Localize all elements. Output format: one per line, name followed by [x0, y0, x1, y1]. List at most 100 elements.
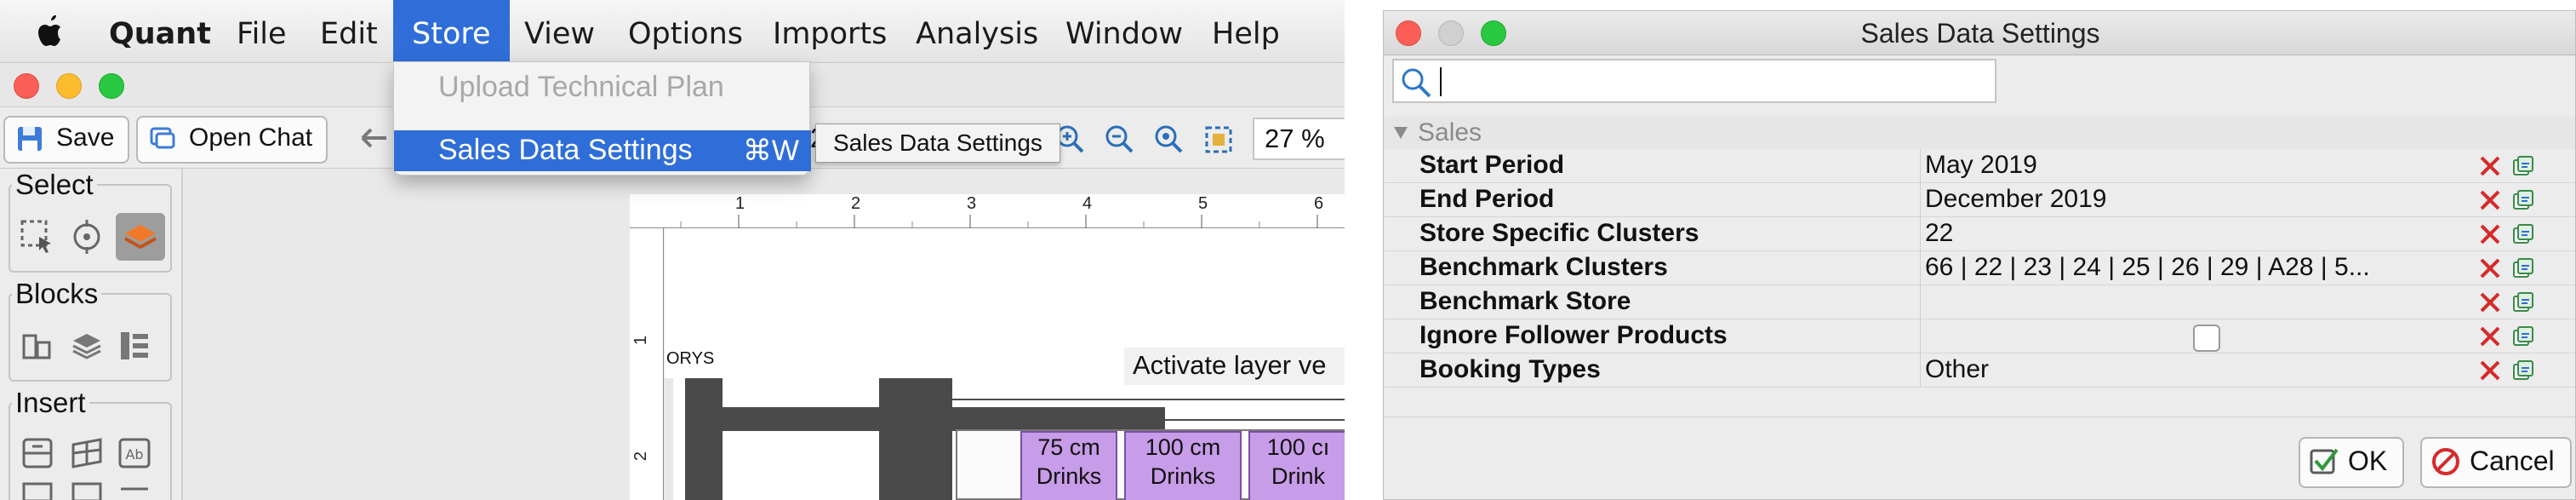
quant-app-window: Quant File Edit Store View Options Impor…	[0, 0, 1345, 500]
copy-value-icon[interactable]	[2511, 222, 2535, 246]
property-value-field[interactable]: 66 | 22 | 23 | 24 | 25 | 26 | 29 | A28 |…	[1925, 253, 2470, 285]
menu-options[interactable]: Options	[628, 0, 743, 63]
menu-analysis[interactable]: Analysis	[916, 0, 1038, 63]
shelf-category: Drinks	[1150, 463, 1216, 489]
block-list-icon[interactable]	[116, 327, 153, 365]
shelf-block[interactable]: 100 cı Drink	[1248, 431, 1345, 500]
property-name: Start Period	[1419, 151, 1565, 179]
insert-table-icon[interactable]	[68, 434, 106, 472]
insert-item-icon-3[interactable]	[116, 479, 153, 500]
column-divider	[1920, 251, 1921, 284]
menu-store[interactable]: Store	[393, 0, 510, 63]
ignore-follower-products-checkbox[interactable]	[2193, 325, 2220, 352]
menu-imports[interactable]: Imports	[773, 0, 887, 63]
search-field[interactable]	[1392, 59, 1996, 103]
layer-select-tool-active[interactable]	[116, 213, 165, 261]
shelf-width: 75 cm	[1037, 434, 1100, 460]
insert-text-icon[interactable]: Ab	[116, 434, 153, 472]
column-divider	[1920, 217, 1921, 250]
undo-arrow-icon[interactable]	[357, 126, 391, 152]
ruler-top-mark: 6	[1314, 194, 1324, 213]
wall-vertical	[685, 378, 723, 500]
ruler-left-mark: 2	[631, 451, 651, 462]
disclosure-triangle-icon[interactable]	[1392, 125, 1409, 141]
block-stack-icon[interactable]	[68, 327, 106, 365]
layers-icon	[124, 225, 157, 250]
property-value-field[interactable]: Other	[1925, 355, 2470, 388]
remove-value-icon[interactable]	[2477, 153, 2503, 179]
open-chat-button[interactable]: Open Chat	[136, 116, 328, 164]
remove-value-icon[interactable]	[2477, 358, 2503, 383]
menu-edit[interactable]: Edit	[320, 0, 378, 63]
insert-item-icon-2[interactable]	[68, 479, 106, 500]
property-row[interactable]: Store Specific Clusters 22	[1384, 217, 2575, 251]
wall-thin	[952, 399, 1345, 400]
target-select-icon[interactable]	[68, 218, 106, 256]
menu-item-label: Sales Data Settings	[438, 134, 693, 166]
property-row[interactable]: Benchmark Store	[1384, 285, 2575, 319]
menu-help[interactable]: Help	[1212, 0, 1280, 63]
menu-window[interactable]: Window	[1065, 0, 1183, 63]
property-value-field[interactable]: December 2019	[1925, 185, 2470, 217]
property-name: Benchmark Store	[1419, 287, 1631, 315]
ruler-top-mark: 3	[967, 194, 977, 213]
minimize-window-button[interactable]	[56, 73, 82, 99]
menu-file[interactable]: File	[237, 0, 287, 63]
property-row[interactable]: Booking Types Other	[1384, 353, 2575, 388]
remove-value-icon[interactable]	[2477, 290, 2503, 315]
remove-value-icon[interactable]	[2477, 221, 2503, 247]
insert-item-icon-1[interactable]	[19, 479, 56, 500]
zoom-level-field[interactable]: 27 %	[1253, 118, 1345, 160]
menu-view[interactable]: View	[524, 0, 595, 63]
chat-bubble-icon	[150, 127, 175, 149]
menu-item-upload-technical-plan: Upload Technical Plan	[438, 71, 724, 103]
cancel-button-label: Cancel	[2470, 445, 2555, 476]
block-shelf-icon[interactable]	[19, 327, 56, 365]
fit-page-icon[interactable]	[1202, 123, 1236, 157]
shelf-block[interactable]: 100 cm Drinks	[1124, 431, 1242, 500]
menu-item-sales-data-settings[interactable]: Sales Data Settings ⌘W	[394, 130, 811, 171]
ruler-top-mark: 1	[735, 194, 745, 213]
sales-data-settings-dialog: Sales Data Settings Sales Start Period Ma…	[1383, 10, 2576, 500]
shelf-block[interactable]: 75 cm Drinks	[1020, 431, 1117, 500]
cancel-button[interactable]: Cancel	[2420, 437, 2572, 488]
zoom-window-button[interactable]	[99, 73, 124, 99]
dialog-title: Sales Data Settings	[1860, 18, 2100, 49]
property-name: End Period	[1419, 185, 1555, 213]
shelf-width: 100 cm	[1145, 434, 1221, 460]
property-value-field[interactable]	[1925, 321, 2470, 353]
property-row[interactable]: Start Period May 2019	[1384, 149, 2575, 183]
remove-value-icon[interactable]	[2477, 324, 2503, 349]
property-row[interactable]: End Period December 2019	[1384, 183, 2575, 217]
floor-plan-sheet[interactable]: ORYS Activate layer ve 75 cm Drinks 100 …	[665, 228, 1345, 500]
property-value-field[interactable]: 22	[1925, 219, 2470, 251]
copy-value-icon[interactable]	[2511, 154, 2535, 178]
ruler-top-mark: 5	[1198, 194, 1208, 213]
menu-app-name[interactable]: Quant	[109, 0, 211, 63]
zoom-fit-icon[interactable]	[1152, 123, 1186, 157]
sales-section-header[interactable]: Sales	[1384, 117, 2575, 149]
apple-logo-icon[interactable]	[34, 14, 63, 49]
ok-button[interactable]: OK	[2299, 437, 2404, 488]
remove-value-icon[interactable]	[2477, 187, 2503, 213]
property-row[interactable]: Ignore Follower Products	[1384, 319, 2575, 353]
tools-panel: Select Blocks Insert Ab	[0, 169, 183, 500]
copy-value-icon[interactable]	[2511, 256, 2535, 280]
floppy-disk-icon	[18, 127, 42, 151]
save-button[interactable]: Save	[3, 116, 130, 164]
zoom-out-icon[interactable]	[1103, 123, 1137, 157]
copy-value-icon[interactable]	[2511, 359, 2535, 382]
close-window-button[interactable]	[14, 73, 39, 99]
property-value-field[interactable]	[1925, 287, 2470, 319]
insert-shelf-icon[interactable]	[19, 434, 56, 472]
property-row[interactable]: Benchmark Clusters 66 | 22 | 23 | 24 | 25…	[1384, 251, 2575, 285]
copy-value-icon[interactable]	[2511, 290, 2535, 314]
marquee-select-icon[interactable]	[19, 218, 56, 256]
shelf-width: 100 cı	[1266, 434, 1330, 460]
remove-value-icon[interactable]	[2477, 256, 2503, 281]
activate-layer-banner[interactable]: Activate layer ve	[1124, 348, 1345, 385]
column-divider	[1920, 285, 1921, 319]
property-value-field[interactable]: May 2019	[1925, 151, 2470, 183]
copy-value-icon[interactable]	[2511, 188, 2535, 212]
copy-value-icon[interactable]	[2511, 325, 2535, 348]
